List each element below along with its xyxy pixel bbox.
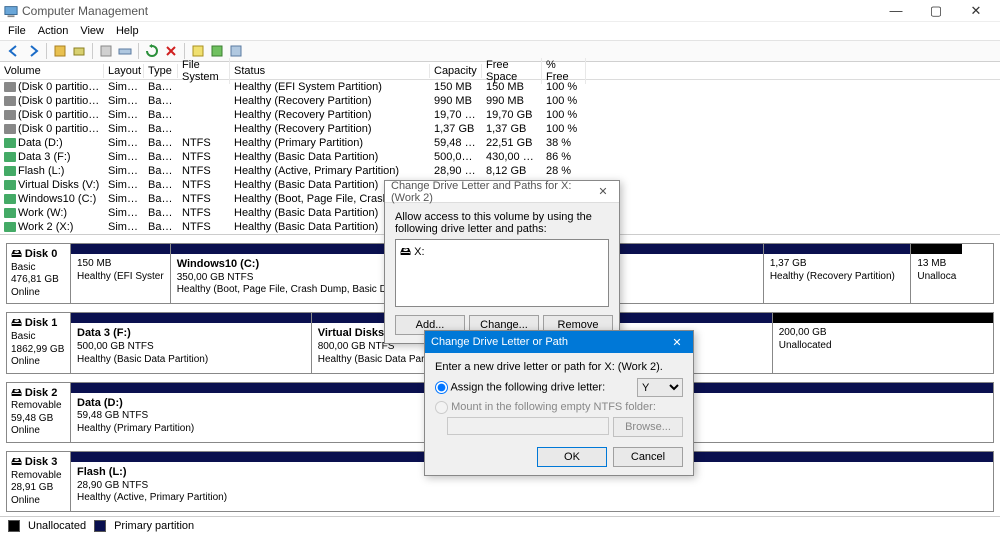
- volume-icon: [4, 194, 16, 204]
- partition[interactable]: 200,00 GBUnallocated: [772, 313, 993, 372]
- disk-icon: 🖴: [11, 456, 22, 468]
- menu-action[interactable]: Action: [38, 25, 69, 37]
- volume-row[interactable]: (Disk 0 partition 7)SimpleBasicHealthy (…: [0, 122, 1000, 136]
- menu-help[interactable]: Help: [116, 25, 139, 37]
- col-capacity[interactable]: Capacity: [430, 64, 482, 78]
- volume-icon: [4, 208, 16, 218]
- dialog1-desc: Allow access to this volume by using the…: [395, 211, 609, 235]
- maximize-button[interactable]: ▢: [916, 1, 956, 21]
- window-titlebar: Computer Management — ▢ ✕: [0, 0, 1000, 22]
- radio-mount-label: Mount in the following empty NTFS folder…: [451, 401, 656, 413]
- close-button[interactable]: ✕: [956, 1, 996, 21]
- radio-assign-label: Assign the following drive letter:: [450, 381, 605, 393]
- partition[interactable]: 1,37 GBHealthy (Recovery Partition): [763, 244, 911, 303]
- legend-swatch-primary: [94, 520, 106, 532]
- change-paths-dialog: Change Drive Letter and Paths for X: (Wo…: [384, 180, 620, 344]
- col-freespace[interactable]: Free Space: [482, 58, 542, 84]
- refresh-icon[interactable]: [144, 43, 160, 59]
- tool-icon-2[interactable]: [71, 43, 87, 59]
- volume-row[interactable]: Data 3 (F:)SimpleBasicNTFSHealthy (Basic…: [0, 150, 1000, 164]
- menu-view[interactable]: View: [80, 25, 104, 37]
- mount-path-input: [447, 417, 609, 435]
- browse-button: Browse...: [613, 417, 683, 437]
- partition[interactable]: 150 MBHealthy (EFI Syster: [71, 244, 170, 303]
- disk-icon: 🖴: [11, 248, 22, 260]
- disk-info: 🖴 Disk 0Basic476,81 GBOnline: [7, 244, 71, 303]
- volume-icon: [4, 110, 16, 120]
- volume-list-header[interactable]: Volume Layout Type File System Status Ca…: [0, 62, 1000, 80]
- volume-row[interactable]: (Disk 0 partition 6)SimpleBasicHealthy (…: [0, 108, 1000, 122]
- dialog1-title: Change Drive Letter and Paths for X: (Wo…: [391, 180, 593, 204]
- col-layout[interactable]: Layout: [104, 64, 144, 78]
- volume-row[interactable]: Data (D:)SimpleBasicNTFSHealthy (Primary…: [0, 136, 1000, 150]
- col-pctfree[interactable]: % Free: [542, 58, 586, 84]
- volume-row[interactable]: Flash (L:)SimpleBasicNTFSHealthy (Active…: [0, 164, 1000, 178]
- tool-icon-4[interactable]: [117, 43, 133, 59]
- radio-mount-folder[interactable]: Mount in the following empty NTFS folder…: [435, 401, 656, 413]
- volume-icon: [4, 124, 16, 134]
- disk-icon: 🖴: [11, 317, 22, 329]
- dialog2-title: Change Drive Letter or Path: [431, 336, 667, 348]
- volume-row[interactable]: (Disk 0 partition 5)SimpleBasicHealthy (…: [0, 94, 1000, 108]
- disk-info: 🖴 Disk 1Basic1862,99 GBOnline: [7, 313, 71, 372]
- cancel-button[interactable]: Cancel: [613, 447, 683, 467]
- dialog2-close-icon[interactable]: ✕: [667, 336, 687, 349]
- disk-info: 🖴 Disk 2Removable59,48 GBOnline: [7, 383, 71, 442]
- volume-icon: [4, 138, 16, 148]
- volume-icon: [4, 152, 16, 162]
- delete-icon[interactable]: [163, 43, 179, 59]
- volume-icon: [4, 166, 16, 176]
- tool-icon-1[interactable]: [52, 43, 68, 59]
- volume-icon: [4, 222, 16, 232]
- legend-unallocated: Unallocated: [28, 520, 86, 532]
- col-filesystem[interactable]: File System: [178, 58, 230, 84]
- legend-primary: Primary partition: [114, 520, 194, 532]
- ok-button[interactable]: OK: [537, 447, 607, 467]
- disk-info: 🖴 Disk 3Removable28,91 GBOnline: [7, 452, 71, 511]
- volume-icon: [4, 82, 16, 92]
- partition[interactable]: Data 3 (F:)500,00 GB NTFSHealthy (Basic …: [71, 313, 311, 372]
- volume-row[interactable]: (Disk 0 partition 1)SimpleBasicHealthy (…: [0, 80, 1000, 94]
- menubar: File Action View Help: [0, 22, 1000, 40]
- dialog1-titlebar[interactable]: Change Drive Letter and Paths for X: (Wo…: [385, 181, 619, 203]
- minimize-button[interactable]: —: [876, 1, 916, 21]
- app-icon: [4, 4, 18, 18]
- menu-file[interactable]: File: [8, 25, 26, 37]
- col-type[interactable]: Type: [144, 64, 178, 78]
- dialog1-close-icon[interactable]: ✕: [593, 185, 613, 198]
- dialog2-desc: Enter a new drive letter or path for X: …: [435, 361, 683, 373]
- forward-icon[interactable]: [25, 43, 41, 59]
- tool-icon-7[interactable]: [228, 43, 244, 59]
- tool-icon-3[interactable]: [98, 43, 114, 59]
- radio-assign-letter[interactable]: Assign the following drive letter:: [435, 381, 605, 394]
- drive-letter-select[interactable]: Y: [637, 378, 683, 397]
- dialog2-titlebar[interactable]: Change Drive Letter or Path ✕: [425, 331, 693, 353]
- volume-icon: [4, 96, 16, 106]
- legend: Unallocated Primary partition: [0, 516, 1000, 535]
- col-volume[interactable]: Volume: [0, 64, 104, 78]
- window-title: Computer Management: [22, 4, 876, 18]
- partition[interactable]: 13 MBUnalloca: [910, 244, 962, 303]
- volume-icon: [4, 180, 16, 190]
- legend-swatch-unallocated: [8, 520, 20, 532]
- disk-icon: 🖴: [11, 387, 22, 399]
- dialog1-paths-list[interactable]: 🖴 X:: [395, 239, 609, 307]
- dialog1-entry[interactable]: X:: [414, 246, 424, 258]
- change-letter-dialog: Change Drive Letter or Path ✕ Enter a ne…: [424, 330, 694, 476]
- drive-icon: 🖴: [400, 246, 414, 258]
- back-icon[interactable]: [6, 43, 22, 59]
- col-status[interactable]: Status: [230, 64, 430, 78]
